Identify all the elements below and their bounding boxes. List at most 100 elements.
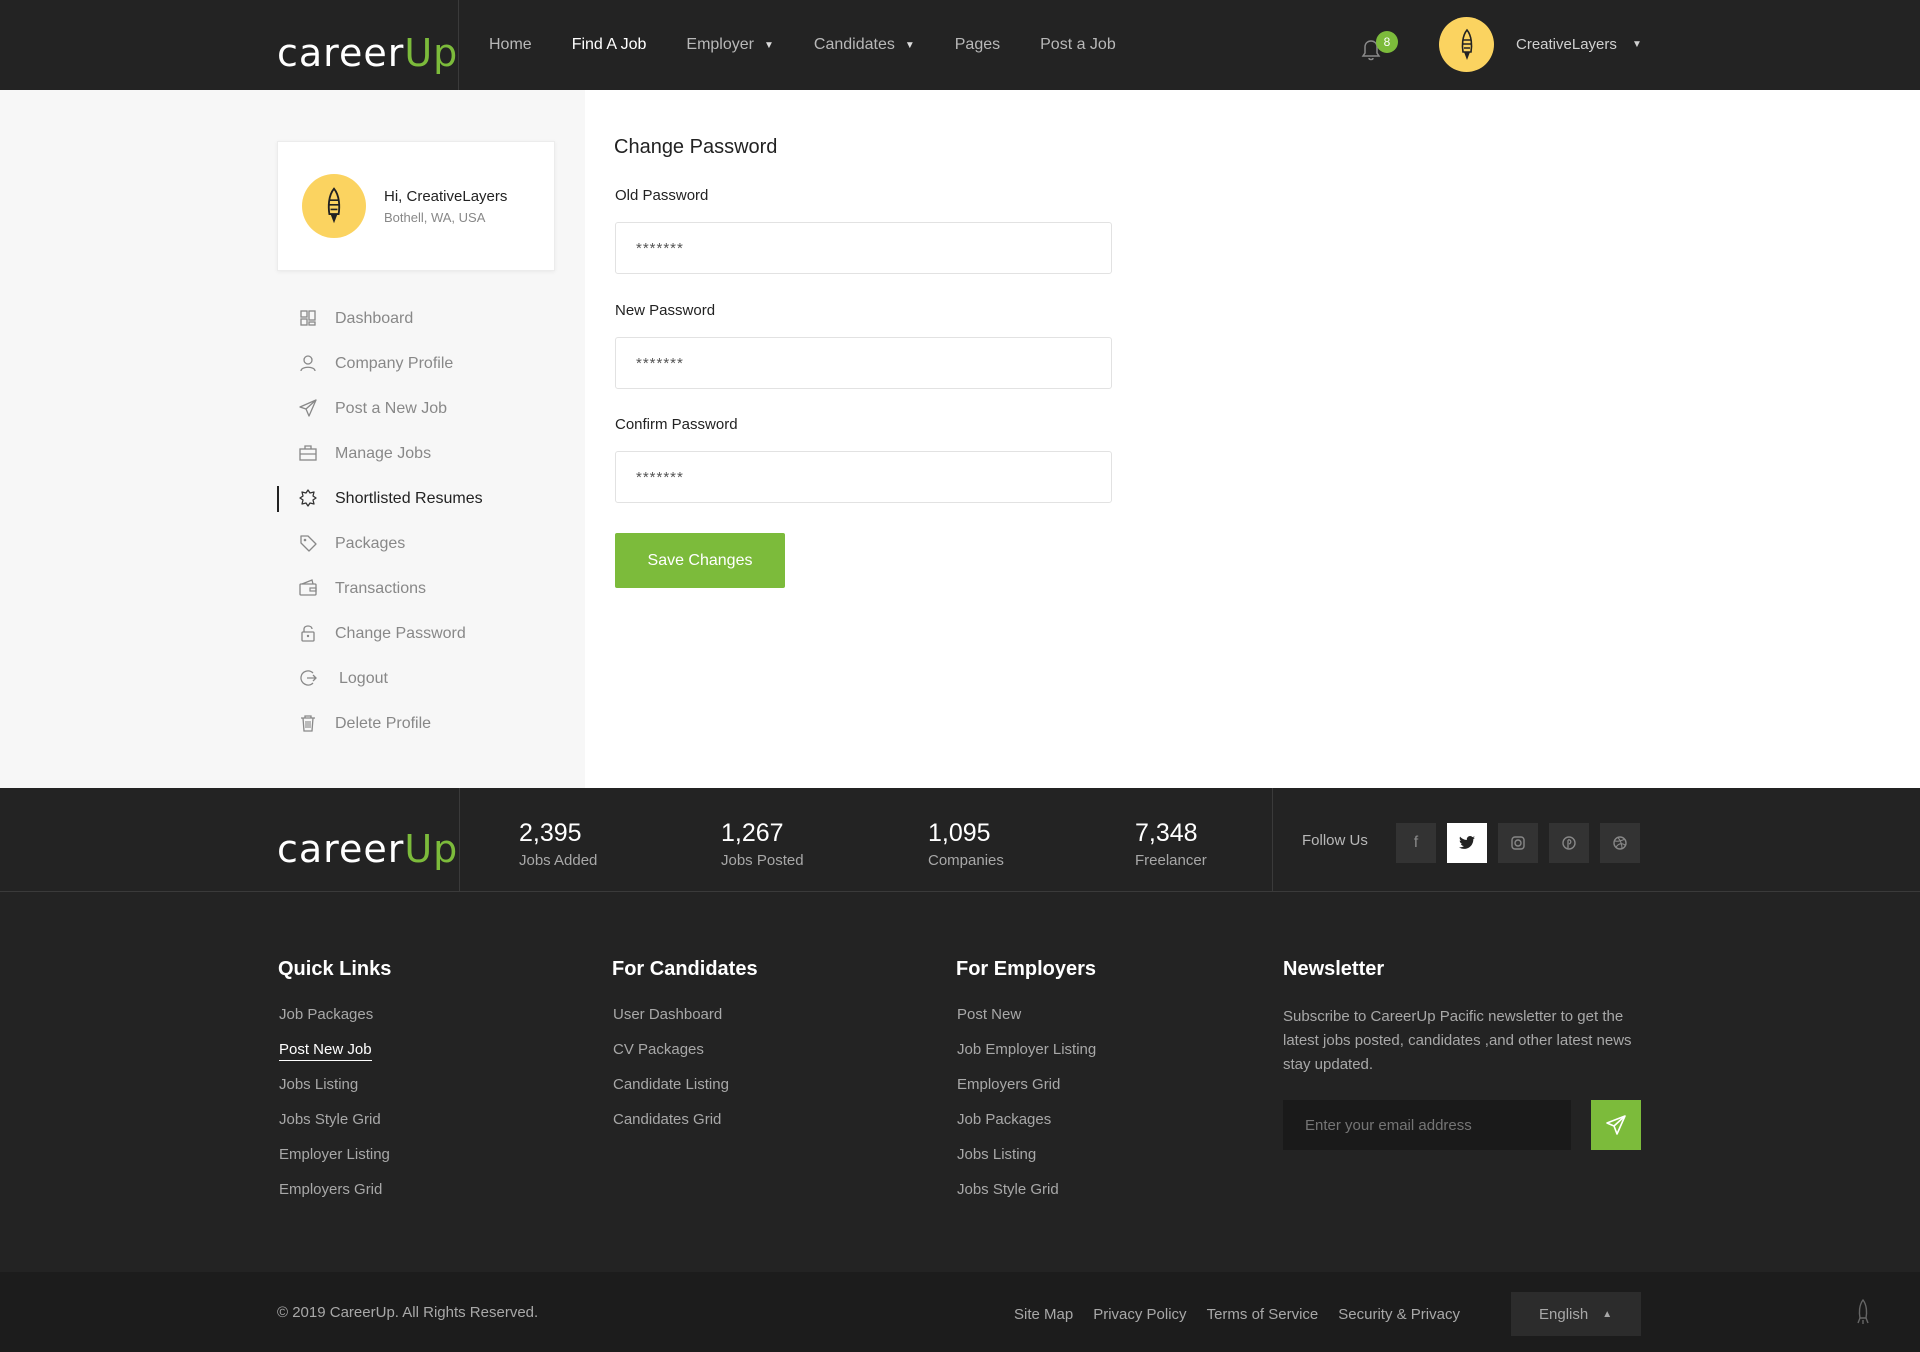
dashboard-icon xyxy=(300,310,316,326)
main-nav: Home Find A Job Employer ▼ Candidates ▼ Pages P… xyxy=(489,0,1156,90)
stat-label: Freelancer xyxy=(1135,851,1207,869)
sidebar-item-label: Logout xyxy=(339,669,388,687)
stat-jobs-posted: 1,267 Jobs Posted xyxy=(721,819,804,868)
sidebar-menu: Dashboard Company Profile Post a New Job Ma… xyxy=(277,296,577,746)
newsletter-email-input[interactable] xyxy=(1283,1100,1571,1150)
stat-freelancer: 7,348 Freelancer xyxy=(1135,819,1207,869)
footer-link[interactable]: Job Packages xyxy=(279,1006,390,1041)
top-header: careerUp Home Find A Job Employer ▼ Candidat… xyxy=(0,0,1920,90)
stat-value: 7,348 xyxy=(1135,819,1198,847)
sidebar-item-delete-profile[interactable]: Delete Profile xyxy=(277,701,577,746)
footer-link[interactable]: Jobs Style Grid xyxy=(957,1181,1096,1216)
avatar[interactable] xyxy=(302,174,366,238)
footer-link-label: Post New Job xyxy=(279,1041,372,1061)
footer-link[interactable]: Jobs Style Grid xyxy=(279,1111,390,1146)
sidebar-item-logout[interactable]: Logout xyxy=(277,656,577,701)
chevron-up-icon: ▲ xyxy=(1602,1308,1613,1320)
pinterest-icon[interactable] xyxy=(1549,823,1589,863)
stat-value: 2,395 xyxy=(519,819,582,847)
facebook-icon[interactable]: f xyxy=(1396,823,1436,863)
footer-link-label: CV Packages xyxy=(613,1041,704,1058)
rocket-avatar-icon xyxy=(327,187,341,224)
footer-link-label: Employers Grid xyxy=(957,1076,1061,1093)
stat-label: Companies xyxy=(928,851,1004,869)
footer-link-label: Job Packages xyxy=(279,1006,374,1023)
bottom-link-terms-of-service[interactable]: Terms of Service xyxy=(1207,1306,1319,1323)
nav-item-employer[interactable]: Employer ▼ xyxy=(686,36,773,54)
stats-divider xyxy=(459,788,460,892)
sidebar-item-post-a-new-job[interactable]: Post a New Job xyxy=(277,386,577,431)
sidebar-item-label: Post a New Job xyxy=(335,399,448,417)
nav-item-post-a-job[interactable]: Post a Job xyxy=(1040,36,1116,54)
chevron-down-icon[interactable]: ▼ xyxy=(1632,39,1642,50)
footer-link-label: Jobs Style Grid xyxy=(279,1111,381,1128)
profile-card: Hi, CreativeLayers Bothell, WA, USA xyxy=(277,141,555,271)
footer-link[interactable]: Candidate Listing xyxy=(613,1076,729,1111)
sidebar-item-dashboard[interactable]: Dashboard xyxy=(277,296,577,341)
footer-link-label: Employers Grid xyxy=(279,1181,383,1198)
footer-link[interactable]: Post New xyxy=(957,1006,1096,1041)
sidebar-item-manage-jobs[interactable]: Manage Jobs xyxy=(277,431,577,476)
bottom-bar: © 2019 CareerUp. All Rights Reserved. Si… xyxy=(0,1272,1920,1352)
twitter-icon[interactable] xyxy=(1447,823,1487,863)
footer-link[interactable]: Jobs Listing xyxy=(279,1076,390,1111)
footer-link[interactable]: Candidates Grid xyxy=(613,1111,729,1146)
sidebar-item-label: Delete Profile xyxy=(335,714,432,732)
stat-value: 1,095 xyxy=(928,819,991,847)
footer-link[interactable]: Jobs Listing xyxy=(957,1146,1096,1181)
instagram-icon[interactable] xyxy=(1498,823,1538,863)
footer-link[interactable]: Employers Grid xyxy=(957,1076,1096,1111)
rocket-icon[interactable] xyxy=(1854,1298,1872,1326)
sidebar-item-packages[interactable]: Packages xyxy=(277,521,577,566)
careerup-logo[interactable]: careerUp xyxy=(277,812,458,868)
footer-link[interactable]: Job Employer Listing xyxy=(957,1041,1096,1076)
nav-item-pages[interactable]: Pages xyxy=(955,36,1000,54)
save-changes-button[interactable]: Save Changes xyxy=(615,533,785,588)
footer-link[interactable]: CV Packages xyxy=(613,1041,729,1076)
footer-link[interactable]: Post New Job xyxy=(279,1041,390,1076)
sidebar-item-label: Dashboard xyxy=(335,309,414,327)
sidebar-item-shortlisted-resumes[interactable]: Shortlisted Resumes xyxy=(277,476,577,521)
chevron-down-icon: ▼ xyxy=(763,39,774,51)
bottom-link-security-privacy[interactable]: Security & Privacy xyxy=(1338,1306,1460,1323)
rocket-avatar-icon xyxy=(1461,28,1472,60)
careerup-logo[interactable]: careerUp xyxy=(277,16,458,72)
nav-item-home[interactable]: Home xyxy=(489,36,532,54)
nav-item-label: Candidates xyxy=(813,36,895,53)
nav-item-candidates[interactable]: Candidates ▼ xyxy=(814,36,915,54)
quick-links-title: Quick Links xyxy=(278,958,392,980)
dribbble-icon[interactable] xyxy=(1600,823,1640,863)
sidebar-item-change-password[interactable]: Change Password xyxy=(277,611,577,656)
bottom-link-privacy-policy[interactable]: Privacy Policy xyxy=(1093,1306,1186,1323)
old-password-field[interactable] xyxy=(615,222,1112,274)
sidebar-item-transactions[interactable]: Transactions xyxy=(277,566,577,611)
footer-link[interactable]: User Dashboard xyxy=(613,1006,729,1041)
follow-us-label: Follow Us xyxy=(1302,832,1368,849)
confirm-password-field[interactable] xyxy=(615,451,1112,503)
nav-item-label: Home xyxy=(489,36,532,53)
newsletter-text: Subscribe to CareerUp Pacific newsletter… xyxy=(1283,1008,1632,1073)
header-username[interactable]: CreativeLayers xyxy=(1516,36,1617,53)
logo-text: careerUp xyxy=(277,31,459,75)
for-employers-list: Post New Job Employer Listing Employers Gr… xyxy=(957,1006,1096,1216)
footer-link[interactable]: Employers Grid xyxy=(279,1181,390,1216)
avatar[interactable] xyxy=(1439,17,1494,72)
for-candidates-title: For Candidates xyxy=(612,958,758,980)
chevron-down-icon: ▼ xyxy=(904,39,915,51)
newsletter-title: Newsletter xyxy=(1283,958,1385,980)
stat-companies: 1,095 Companies xyxy=(928,819,1004,869)
bottom-link-site-map[interactable]: Site Map xyxy=(1014,1306,1073,1323)
newsletter-submit-button[interactable] xyxy=(1591,1100,1641,1150)
nav-item-label: Find A Job xyxy=(571,36,647,53)
stat-value: 1,267 xyxy=(721,819,784,847)
user-icon xyxy=(300,355,316,372)
briefcase-icon xyxy=(299,445,317,461)
footer-link[interactable]: Employer Listing xyxy=(279,1146,390,1181)
footer-link-label: Post New xyxy=(957,1006,1022,1023)
language-selector[interactable]: English ▲ xyxy=(1511,1292,1641,1336)
sidebar-item-company-profile[interactable]: Company Profile xyxy=(277,341,577,386)
new-password-field[interactable] xyxy=(615,337,1112,389)
nav-item-find-a-job[interactable]: Find A Job xyxy=(572,36,647,54)
footer-link-label: Candidates Grid xyxy=(613,1111,722,1128)
footer-link[interactable]: Job Packages xyxy=(957,1111,1096,1146)
